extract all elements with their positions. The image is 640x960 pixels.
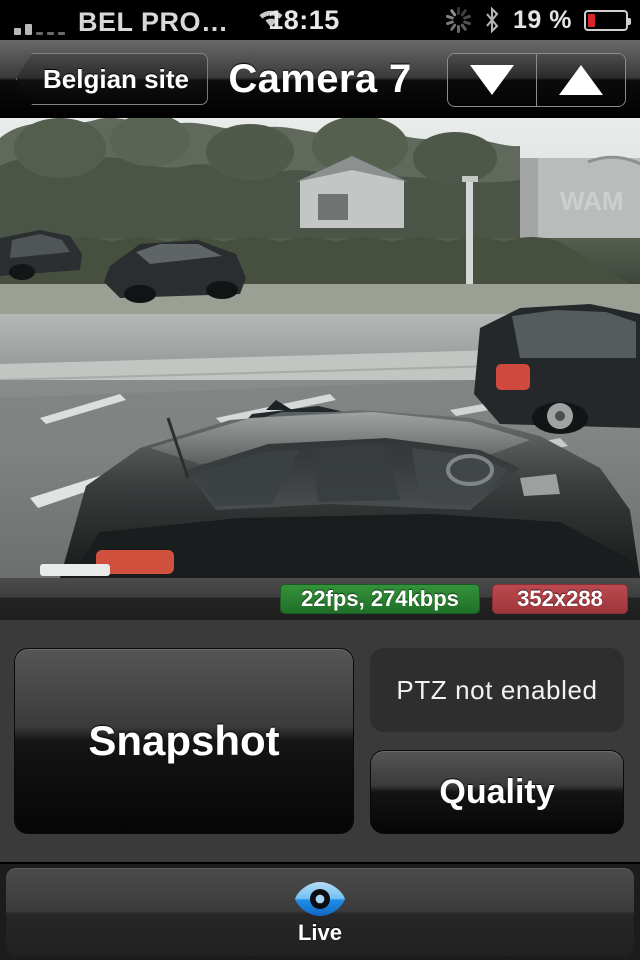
snapshot-button-label: Snapshot bbox=[88, 717, 280, 764]
carrier-name: BEL PRO… bbox=[78, 6, 229, 37]
stream-status-bar: 22fps, 274kbps 352x288 bbox=[0, 578, 640, 620]
signal-strength-icon bbox=[14, 19, 65, 35]
tab-bar: Live bbox=[6, 868, 634, 956]
tab-bar-divider bbox=[0, 862, 640, 864]
ptz-status-label: PTZ not enabled bbox=[396, 674, 598, 705]
app-screen: BEL PRO… 18:15 19 % Belgian site Camera … bbox=[0, 0, 640, 960]
battery-percent-label: 19 % bbox=[513, 5, 572, 34]
ptz-status-panel: PTZ not enabled bbox=[370, 648, 624, 732]
quality-button-label: Quality bbox=[439, 772, 555, 811]
live-video-feed[interactable]: WAM bbox=[0, 118, 640, 578]
status-bar-right: 19 % bbox=[445, 0, 631, 40]
svg-text:WAM: WAM bbox=[560, 186, 624, 216]
activity-spinner-icon bbox=[445, 7, 471, 33]
battery-fill bbox=[588, 13, 595, 27]
previous-camera-button[interactable] bbox=[448, 54, 536, 106]
triangle-up-icon bbox=[559, 65, 603, 95]
status-badge-framerate: 22fps, 274kbps bbox=[280, 584, 480, 614]
tab-live[interactable]: Live bbox=[6, 869, 634, 957]
navigation-bar: Belgian site Camera 7 bbox=[0, 40, 640, 118]
wifi-icon bbox=[256, 7, 286, 34]
triangle-down-icon bbox=[470, 65, 514, 95]
snapshot-button[interactable]: Snapshot bbox=[14, 648, 354, 834]
tab-live-label: Live bbox=[297, 920, 343, 945]
control-panel: Snapshot PTZ not enabled Quality bbox=[0, 620, 640, 862]
eye-icon bbox=[295, 882, 345, 916]
camera-stepper-segmented-control bbox=[447, 53, 626, 107]
next-camera-button[interactable] bbox=[536, 54, 625, 106]
status-bar-left: BEL PRO… bbox=[14, 0, 286, 46]
video-frame: WAM bbox=[0, 118, 640, 578]
status-bar: BEL PRO… 18:15 19 % bbox=[0, 0, 640, 40]
bluetooth-icon bbox=[486, 7, 499, 33]
status-badge-resolution: 352x288 bbox=[492, 584, 628, 614]
quality-button[interactable]: Quality bbox=[370, 750, 624, 834]
battery-icon bbox=[584, 9, 631, 31]
